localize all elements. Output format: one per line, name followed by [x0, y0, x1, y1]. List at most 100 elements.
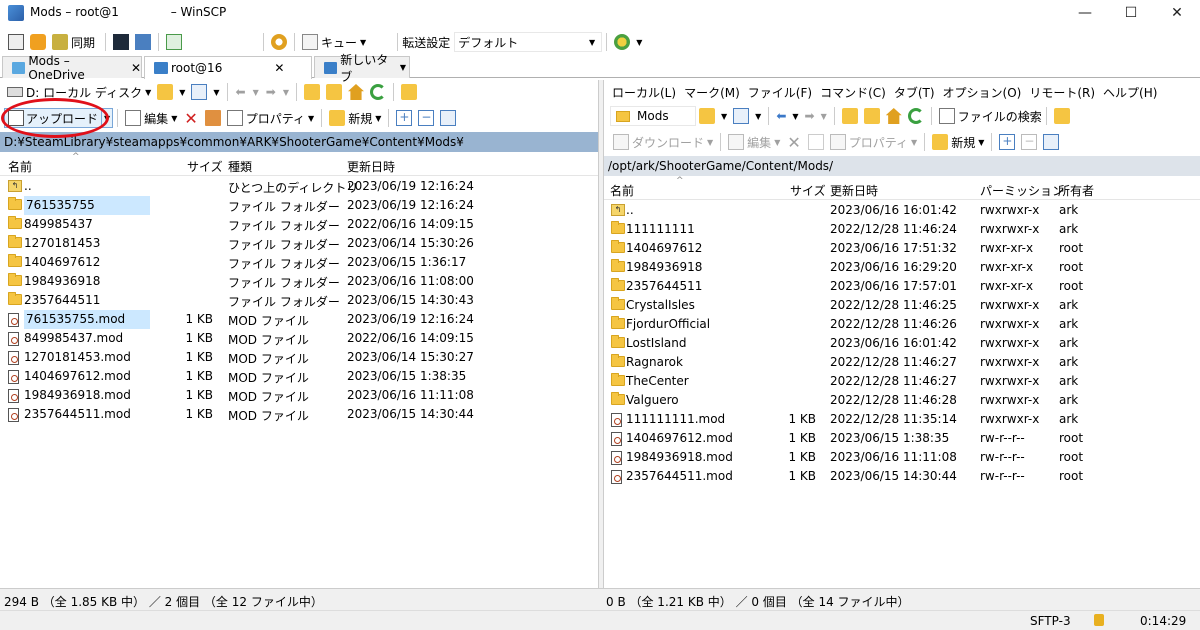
forward-icon[interactable]: ➡: [266, 85, 276, 99]
chevron-down-icon[interactable]: ▼: [821, 112, 827, 121]
edit-label[interactable]: 編集: [747, 134, 771, 151]
lock-icon[interactable]: [1094, 614, 1104, 626]
edit-icon[interactable]: [125, 110, 142, 126]
sync-icon[interactable]: [52, 34, 68, 50]
properties-icon[interactable]: [226, 110, 243, 126]
properties-icon[interactable]: [829, 134, 846, 150]
menu-item[interactable]: マーク(M): [684, 84, 740, 101]
table-row[interactable]: 761535755 ファイル フォルダー 2023/06/19 12:16:24: [0, 196, 598, 215]
globe-icon[interactable]: [614, 34, 631, 50]
table-row[interactable]: ↰.. 2023/06/16 16:01:42 rwxrwxr-x ark: [604, 201, 1200, 220]
column-owner[interactable]: 所有者: [1058, 182, 1094, 199]
chevron-down-icon[interactable]: ▼: [145, 88, 151, 97]
table-row[interactable]: 2357644511 ファイル フォルダー 2023/06/15 14:30:43: [0, 291, 598, 310]
close-icon[interactable]: ✕: [131, 61, 141, 75]
chevron-down-icon[interactable]: ▼: [171, 114, 177, 123]
rename-icon[interactable]: [807, 134, 824, 150]
filter-icon[interactable]: [733, 108, 750, 124]
refresh-icon[interactable]: [907, 108, 924, 124]
table-row[interactable]: 1404697612 2023/06/16 17:51:32 rwxr-xr-x ro…: [604, 239, 1200, 258]
refresh-icon[interactable]: [369, 84, 386, 100]
table-row[interactable]: 1984936918.mod 1 KB 2023/06/16 11:11:08 rw-…: [604, 448, 1200, 467]
chevron-down-icon[interactable]: ▼: [400, 63, 406, 72]
maximize-button[interactable]: ☐: [1108, 0, 1154, 26]
table-row[interactable]: CrystalIsles 2022/12/28 11:46:25 rwxrwxr-x…: [604, 296, 1200, 315]
tab-remote-session[interactable]: root@16 ✕: [144, 56, 312, 79]
table-row[interactable]: 1404697612.mod 1 KB MOD ファイル 2023/06/15 1:3…: [0, 367, 598, 386]
menu-item[interactable]: リモート(R): [1029, 84, 1095, 101]
remote-path-bar[interactable]: /opt/ark/ShooterGame/Content/Mods/: [604, 156, 1200, 176]
new-folder-icon[interactable]: [932, 134, 949, 150]
table-row[interactable]: 849985437 ファイル フォルダー 2022/06/16 14:09:15: [0, 215, 598, 234]
deselect-icon[interactable]: −: [1021, 134, 1038, 150]
chevron-down-icon[interactable]: ▼: [179, 88, 185, 97]
delete-icon[interactable]: ✕: [787, 133, 800, 152]
filter-icon[interactable]: [191, 84, 208, 100]
chevron-down-icon[interactable]: ▼: [308, 114, 314, 123]
deselect-icon[interactable]: −: [418, 110, 435, 126]
table-row[interactable]: 1270181453 ファイル フォルダー 2023/06/14 15:30:26: [0, 234, 598, 253]
tree-icon[interactable]: [1053, 108, 1070, 124]
properties-label[interactable]: プロパティ: [849, 134, 908, 151]
table-row[interactable]: 2357644511 2023/06/16 17:57:01 rwxr-xr-x ro…: [604, 277, 1200, 296]
remote-file-list[interactable]: ↰.. 2023/06/16 16:01:42 rwxrwxr-x ark 111111…: [604, 201, 1200, 587]
tab-local-mods[interactable]: Mods – OneDrive ✕: [2, 54, 142, 82]
new-label[interactable]: 新規: [951, 134, 975, 151]
properties-label[interactable]: プロパティ: [246, 110, 305, 127]
menu-item[interactable]: ローカル(L): [612, 84, 676, 101]
table-row[interactable]: 1984936918.mod 1 KB MOD ファイル 2023/06/16 11:…: [0, 386, 598, 405]
parent-dir-icon[interactable]: [303, 84, 320, 100]
local-file-list[interactable]: ↰.. ひとつ上のディレクトリ 2023/06/19 12:16:24 7615357…: [0, 177, 598, 587]
new-label[interactable]: 新規: [348, 110, 372, 127]
chevron-down-icon[interactable]: ▼: [360, 38, 366, 47]
menu-item[interactable]: ヘルプ(H): [1103, 84, 1157, 101]
chevron-down-icon[interactable]: ▼: [911, 138, 917, 147]
table-row[interactable]: FjordurOfficial 2022/12/28 11:46:26 rwxrwx…: [604, 315, 1200, 334]
table-row[interactable]: 2357644511.mod 1 KB 2023/06/15 14:30:44 rw-…: [604, 467, 1200, 486]
sync-browse-icon[interactable]: [30, 34, 46, 50]
refresh-session-icon[interactable]: [166, 34, 183, 50]
table-row[interactable]: 1404697612 ファイル フォルダー 2023/06/15 1:36:17: [0, 253, 598, 272]
table-row[interactable]: 1984936918 ファイル フォルダー 2023/06/16 11:08:00: [0, 272, 598, 291]
transfer-preset-select[interactable]: デフォルト ▼: [454, 32, 603, 52]
table-row[interactable]: LostIsland 2023/06/16 16:01:42 rwxrwxr-x ar…: [604, 334, 1200, 353]
chevron-down-icon[interactable]: ▼: [213, 88, 219, 97]
back-icon[interactable]: ⬅: [776, 109, 786, 123]
delete-icon[interactable]: ✕: [184, 109, 197, 128]
terminal-icon[interactable]: [113, 34, 130, 50]
find-files-icon[interactable]: [938, 108, 955, 124]
open-folder-icon[interactable]: [699, 108, 715, 124]
table-row[interactable]: 111111111.mod 1 KB 2022/12/28 11:35:14 rwxr…: [604, 410, 1200, 429]
chevron-down-icon[interactable]: ▼: [792, 112, 798, 121]
menu-item[interactable]: コマンド(C): [820, 84, 886, 101]
queue-label[interactable]: キュー: [321, 34, 357, 51]
table-row[interactable]: 761535755.mod 1 KB MOD ファイル 2023/06/19 12:1…: [0, 310, 598, 329]
column-name[interactable]: 名前: [8, 158, 32, 175]
download-icon[interactable]: [613, 134, 629, 150]
chevron-down-icon[interactable]: ▼: [978, 138, 984, 147]
table-row[interactable]: 2357644511.mod 1 KB MOD ファイル 2023/06/15 14:…: [0, 405, 598, 424]
tab-new[interactable]: 新しいタブ ▼: [314, 53, 410, 84]
column-type[interactable]: 種類: [228, 158, 252, 175]
column-name[interactable]: 名前: [610, 182, 634, 199]
column-size[interactable]: サイズ: [790, 182, 826, 199]
edit-label[interactable]: 編集: [144, 110, 168, 127]
table-row[interactable]: ↰.. ひとつ上のディレクトリ 2023/06/19 12:16:24: [0, 177, 598, 196]
chevron-down-icon[interactable]: ▼: [283, 88, 289, 97]
column-modified[interactable]: 更新日時: [830, 182, 878, 199]
table-row[interactable]: 1270181453.mod 1 KB MOD ファイル 2023/06/14 15:…: [0, 348, 598, 367]
home-icon[interactable]: [347, 84, 364, 100]
chevron-down-icon[interactable]: ▼: [707, 138, 713, 147]
menu-item[interactable]: ファイル(F): [748, 84, 812, 101]
remote-folder-select[interactable]: Mods: [610, 106, 696, 126]
forward-icon[interactable]: ➡: [805, 109, 815, 123]
table-row[interactable]: 1404697612.mod 1 KB 2023/06/15 1:38:35 rw-r…: [604, 429, 1200, 448]
sync-label[interactable]: 同期: [71, 34, 95, 51]
select-all-icon[interactable]: +: [396, 110, 413, 126]
minimize-button[interactable]: —: [1062, 0, 1108, 26]
filter-select-icon[interactable]: [440, 110, 457, 126]
root-dir-icon[interactable]: [325, 84, 342, 100]
chevron-down-icon[interactable]: ▼: [253, 88, 259, 97]
table-row[interactable]: TheCenter 2022/12/28 11:46:27 rwxrwxr-x ark: [604, 372, 1200, 391]
chevron-down-icon[interactable]: ▼: [375, 114, 381, 123]
